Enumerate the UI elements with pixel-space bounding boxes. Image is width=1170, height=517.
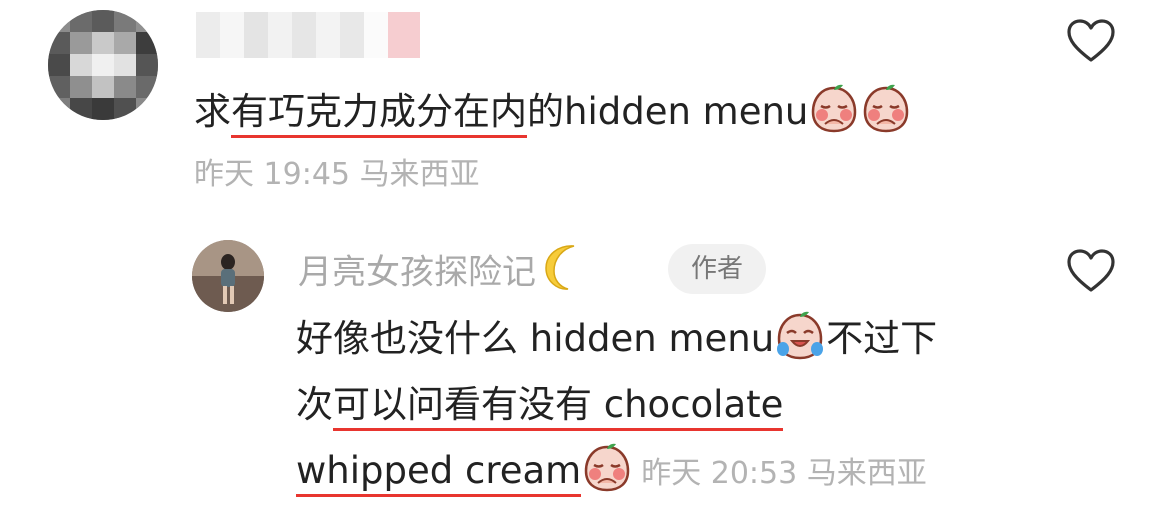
avatar-pixel: [136, 98, 158, 120]
reply-line1-after: 不过下: [826, 317, 938, 360]
avatar-pixel: [136, 10, 158, 32]
author-avatar[interactable]: [192, 240, 264, 312]
blur-block: [340, 12, 364, 58]
reply-meta: 昨天 20:53 马来西亚: [641, 456, 927, 491]
avatar-pixel: [114, 10, 136, 32]
comment-date: 昨天: [194, 157, 254, 192]
avatar-pixel: [70, 32, 92, 54]
avatar-pixel: [48, 10, 70, 32]
comment-time: 19:45: [263, 157, 351, 192]
comment-text-suffix: 的hidden menu: [527, 90, 809, 133]
comment-text: 求有巧克力成分在内的hidden menu: [194, 82, 912, 147]
reply-username[interactable]: 月亮女孩探险记: [298, 242, 590, 306]
commenter-avatar[interactable]: [48, 10, 158, 120]
avatar-pixel: [114, 98, 136, 120]
avatar-pixel: [136, 54, 158, 76]
like-heart-icon[interactable]: [1066, 248, 1116, 294]
blur-block: [388, 12, 420, 58]
blur-block: [364, 12, 388, 58]
reply-date: 昨天: [641, 456, 702, 491]
avatar-pixel: [136, 76, 158, 98]
blur-block: [244, 12, 268, 58]
avatar-pixel: [70, 98, 92, 120]
reply-line: whipped cream 昨天 20:53 马来西亚: [296, 438, 1016, 504]
avatar-pixel: [92, 54, 114, 76]
peach-crying-emoji: [581, 441, 633, 514]
blur-block: [268, 12, 292, 58]
avatar-pixel: [48, 76, 70, 98]
blur-block: [196, 12, 220, 58]
reply-time: 20:53: [710, 456, 798, 491]
reply-location: 马来西亚: [806, 456, 927, 491]
blur-block: [292, 12, 316, 58]
avatar-pixel: [92, 76, 114, 98]
avatar-pixel: [92, 98, 114, 120]
avatar-pixel: [114, 76, 136, 98]
blur-block: [220, 12, 244, 58]
avatar-pixel: [70, 10, 92, 32]
avatar-pixel: [114, 32, 136, 54]
crescent-moon-icon: [540, 242, 590, 306]
reply-text: 好像也没什么 hidden menu 不过下 次可以问看有没有 chocolat…: [296, 306, 1016, 504]
avatar-pixel: [136, 32, 158, 54]
comment-text-prefix: 求: [194, 90, 231, 133]
peach-crying-emoji: [808, 82, 860, 147]
avatar-pixel: [48, 54, 70, 76]
like-heart-icon[interactable]: [1066, 18, 1116, 64]
blurred-username[interactable]: [196, 12, 420, 58]
comment-location: 马来西亚: [359, 157, 480, 192]
blur-block: [316, 12, 340, 58]
username-text: 月亮女孩探险记: [298, 252, 536, 293]
avatar-pixel: [48, 98, 70, 120]
reply-line3-underlined: whipped cream: [296, 449, 582, 497]
comment-underlined-text: 有巧克力成分在内: [231, 90, 527, 138]
avatar-pixel: [70, 54, 92, 76]
reply-line1-text: 好像也没什么 hidden menu: [296, 317, 775, 360]
avatar-photo: [192, 240, 264, 312]
peach-crying-emoji: [860, 82, 912, 147]
reply-line: 好像也没什么 hidden menu 不过下: [296, 306, 1016, 372]
avatar-pixel: [48, 32, 70, 54]
reply-line: 次可以问看有没有 chocolate: [296, 372, 1016, 438]
reply-line2-prefix: 次: [296, 383, 333, 426]
avatar-pixel: [70, 76, 92, 98]
avatar-pixel: [92, 10, 114, 32]
avatar-pixel: [92, 32, 114, 54]
author-badge: 作者: [668, 244, 766, 294]
avatar-pixel: [114, 54, 136, 76]
comment-meta: 昨天 19:45 马来西亚: [194, 152, 480, 198]
reply-line2-underlined: 可以问看有没有 chocolate: [333, 383, 784, 431]
